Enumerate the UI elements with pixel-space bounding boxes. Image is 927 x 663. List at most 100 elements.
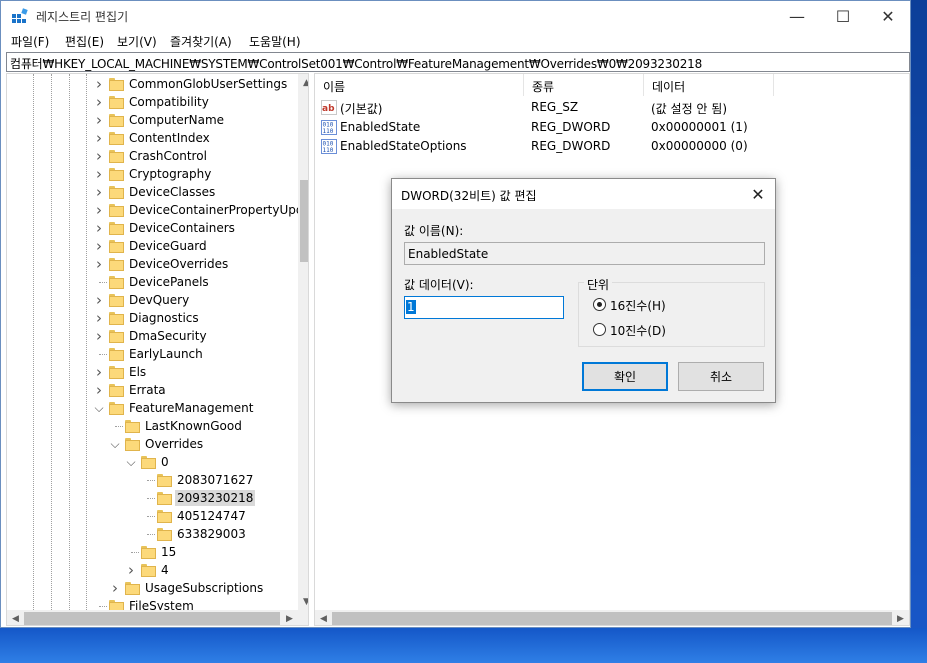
ok-button[interactable]: 확인 [582, 362, 668, 391]
tree-node-label[interactable]: ContentIndex [127, 130, 212, 146]
collapse-chevron-icon[interactable]: ⌵ [125, 455, 137, 469]
tree-horizontal-scrollbar[interactable]: ◀ ▶ [7, 610, 298, 625]
list-hscroll-thumb[interactable] [332, 612, 892, 625]
scroll-right-arrow-icon[interactable]: ▶ [281, 610, 298, 625]
tree-node[interactable]: › ComputerName [7, 111, 298, 129]
tree-node-label[interactable]: DevQuery [127, 292, 191, 308]
tree-node[interactable]: › UsageSubscriptions [7, 579, 298, 597]
tree-node-label[interactable]: DeviceContainerPropertyUpdat [127, 202, 308, 218]
tree-node[interactable]: › DmaSecurity [7, 327, 298, 345]
tree-node-label[interactable]: Compatibility [127, 94, 211, 110]
tree-node-label[interactable]: CommonGlobUserSettings [127, 76, 289, 92]
tree-node-label[interactable]: 405124747 [175, 508, 248, 524]
tree-node-label[interactable]: FeatureManagement [127, 400, 255, 416]
expand-chevron-icon[interactable]: › [93, 291, 105, 309]
expand-chevron-icon[interactable]: › [93, 75, 105, 93]
list-item[interactable]: 010 110 EnabledStateOptions REG_DWORD 0x… [315, 137, 909, 156]
tree-node[interactable]: ⌵ FeatureManagement [7, 399, 298, 417]
maximize-button[interactable]: ☐ [820, 1, 866, 31]
tree-node[interactable]: › CrashControl [7, 147, 298, 165]
menu-favorites[interactable]: 즐겨찾기(A) [170, 33, 232, 50]
tree-node[interactable]: › Els [7, 363, 298, 381]
tree-node[interactable]: › CommonGlobUserSettings [7, 75, 298, 93]
collapse-chevron-icon[interactable]: ⌵ [109, 437, 121, 451]
tree-node-label[interactable]: DmaSecurity [127, 328, 209, 344]
radio-hexadecimal[interactable]: 16진수(H) [593, 297, 693, 313]
menu-view[interactable]: 보기(V) [117, 33, 157, 50]
tree-node[interactable]: › DevQuery [7, 291, 298, 309]
expand-chevron-icon[interactable]: › [93, 327, 105, 345]
tree-node[interactable]: › Diagnostics [7, 309, 298, 327]
expand-chevron-icon[interactable]: › [93, 237, 105, 255]
tree-node-label[interactable]: DeviceOverrides [127, 256, 230, 272]
collapse-chevron-icon[interactable]: ⌵ [93, 401, 105, 415]
tree-node-label[interactable]: 633829003 [175, 526, 248, 542]
expand-chevron-icon[interactable]: › [93, 93, 105, 111]
expand-chevron-icon[interactable]: › [93, 147, 105, 165]
tree-node-label[interactable]: DeviceClasses [127, 184, 217, 200]
tree-node-label[interactable]: 2093230218 [175, 490, 256, 506]
tree-node[interactable]: › Compatibility [7, 93, 298, 111]
cancel-button[interactable]: 취소 [678, 362, 764, 391]
expand-chevron-icon[interactable]: › [93, 111, 105, 129]
tree-node-label[interactable]: Cryptography [127, 166, 213, 182]
tree-node[interactable]: › DeviceGuard [7, 237, 298, 255]
tree-node-label[interactable]: CrashControl [127, 148, 209, 164]
tree-node[interactable]: › DeviceOverrides [7, 255, 298, 273]
address-bar[interactable]: 컴퓨터₩HKEY_LOCAL_MACHINE₩SYSTEM₩ControlSet… [6, 52, 910, 72]
radio-decimal[interactable]: 10진수(D) [593, 322, 693, 338]
tree-node[interactable]: › Errata [7, 381, 298, 399]
tree-node-label[interactable]: ComputerName [127, 112, 226, 128]
dialog-title-bar[interactable]: DWORD(32비트) 값 편집 ✕ [392, 179, 775, 209]
tree-node[interactable]: › Cryptography [7, 165, 298, 183]
value-data-input[interactable]: 1 [404, 296, 564, 319]
expand-chevron-icon[interactable]: › [93, 309, 105, 327]
expand-chevron-icon[interactable]: › [93, 363, 105, 381]
tree-node[interactable]: 2093230218 [7, 489, 298, 507]
tree-node[interactable]: LastKnownGood [7, 417, 298, 435]
tree-node[interactable]: 15 [7, 543, 298, 561]
column-header-name[interactable]: 이름 [315, 74, 524, 96]
expand-chevron-icon[interactable]: › [125, 561, 137, 579]
scroll-up-arrow-icon[interactable]: ▲ [298, 74, 308, 91]
expand-chevron-icon[interactable]: › [93, 219, 105, 237]
tree-node[interactable]: 633829003 [7, 525, 298, 543]
dialog-close-icon[interactable]: ✕ [748, 184, 768, 204]
list-horizontal-scrollbar[interactable]: ◀ ▶ [315, 610, 909, 625]
tree-node-label[interactable]: UsageSubscriptions [143, 580, 265, 596]
tree-node[interactable]: DevicePanels [7, 273, 298, 291]
expand-chevron-icon[interactable]: › [93, 129, 105, 147]
list-item[interactable]: ab (기본값) REG_SZ (값 설정 안 됨) [315, 98, 909, 117]
tree-node-label[interactable]: 0 [159, 454, 171, 470]
tree-node-label[interactable]: DeviceContainers [127, 220, 237, 236]
expand-chevron-icon[interactable]: › [93, 201, 105, 219]
expand-chevron-icon[interactable]: › [93, 255, 105, 273]
tree-node-label[interactable]: Diagnostics [127, 310, 201, 326]
tree-node[interactable]: › ContentIndex [7, 129, 298, 147]
tree-node[interactable]: EarlyLaunch [7, 345, 298, 363]
tree-scroll-thumb[interactable] [300, 180, 308, 262]
radio-checked-icon[interactable] [593, 298, 606, 311]
radio-unchecked-icon[interactable] [593, 323, 606, 336]
tree-node-label[interactable]: EarlyLaunch [127, 346, 205, 362]
expand-chevron-icon[interactable]: › [93, 165, 105, 183]
title-bar[interactable]: 레지스트리 편집기 — ☐ ✕ [1, 1, 910, 31]
tree-node[interactable]: › DeviceContainers [7, 219, 298, 237]
expand-chevron-icon[interactable]: › [109, 579, 121, 597]
tree-node[interactable]: ⌵ 0 [7, 453, 298, 471]
tree-node-label[interactable]: DevicePanels [127, 274, 211, 290]
tree-node-label[interactable]: 2083071627 [175, 472, 255, 488]
expand-chevron-icon[interactable]: › [93, 381, 105, 399]
close-button[interactable]: ✕ [865, 1, 910, 31]
scroll-left-arrow-icon[interactable]: ◀ [315, 610, 332, 625]
tree-node-label[interactable]: 15 [159, 544, 178, 560]
tree-node[interactable]: › 4 [7, 561, 298, 579]
tree-node-label[interactable]: Els [127, 364, 148, 380]
list-item[interactable]: 010 110 EnabledState REG_DWORD 0x0000000… [315, 118, 909, 137]
tree-node[interactable]: 2083071627 [7, 471, 298, 489]
tree-node-label[interactable]: Overrides [143, 436, 205, 452]
scroll-down-arrow-icon[interactable]: ▼ [298, 593, 308, 610]
expand-chevron-icon[interactable]: › [93, 183, 105, 201]
tree-node[interactable]: › DeviceContainerPropertyUpdat [7, 201, 308, 219]
minimize-button[interactable]: — [774, 1, 820, 31]
